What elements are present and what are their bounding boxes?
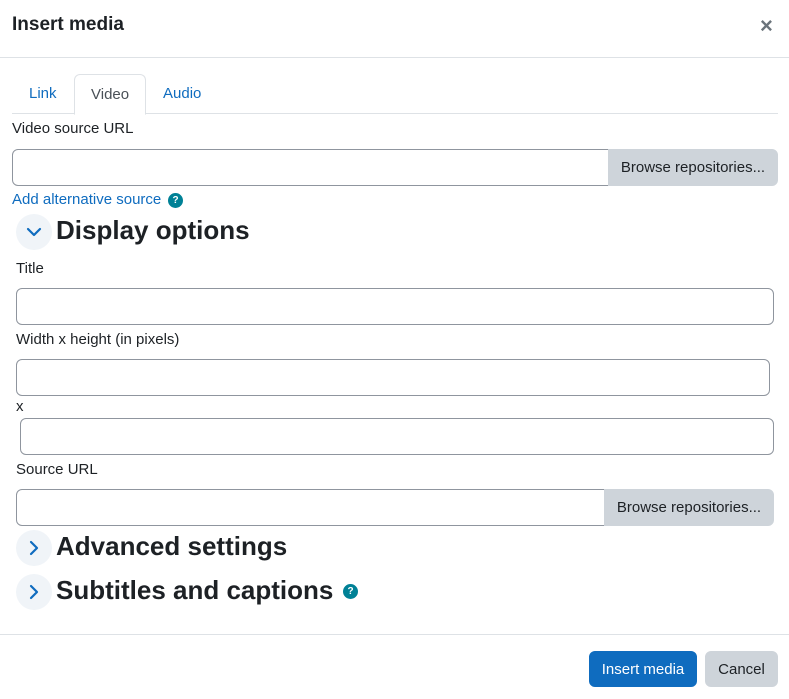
chevron-right-icon (29, 584, 39, 600)
chevron-right-icon (29, 540, 39, 556)
cancel-button[interactable]: Cancel (705, 651, 778, 687)
display-options-heading: Display options (56, 215, 250, 245)
size-label: Width x height (in pixels) (16, 331, 180, 348)
width-input[interactable] (16, 359, 770, 396)
help-icon[interactable]: ? (168, 193, 183, 208)
help-icon[interactable]: ? (343, 584, 358, 599)
source-url-input[interactable] (16, 489, 605, 526)
title-label: Title (16, 260, 44, 277)
advanced-settings-heading: Advanced settings (56, 531, 288, 561)
advanced-settings-toggle[interactable] (16, 530, 52, 566)
chevron-down-icon (26, 227, 42, 237)
tab-link[interactable]: Link (13, 74, 73, 114)
subtitles-heading: Subtitles and captions (56, 575, 334, 605)
modal-title: Insert media (12, 14, 124, 35)
add-alternative-source-link[interactable]: Add alternative source (12, 191, 161, 208)
title-input[interactable] (16, 288, 774, 325)
source-url-label: Source URL (16, 461, 98, 478)
modal-header: Insert media × (0, 0, 789, 58)
media-tabs: Link Video Audio (12, 74, 778, 115)
size-separator: x (16, 398, 24, 415)
video-source-input[interactable] (12, 149, 609, 186)
tab-audio[interactable]: Audio (147, 74, 217, 114)
height-input[interactable] (20, 418, 774, 455)
tab-video[interactable]: Video (74, 74, 147, 115)
source-url-browse-button[interactable]: Browse repositories... (604, 489, 774, 526)
insert-media-button[interactable]: Insert media (589, 651, 697, 687)
close-icon[interactable]: × (760, 15, 778, 37)
video-browse-button[interactable]: Browse repositories... (608, 149, 778, 186)
video-source-label: Video source URL (12, 120, 134, 137)
subtitles-toggle[interactable] (16, 574, 52, 610)
display-options-toggle[interactable] (16, 214, 52, 250)
